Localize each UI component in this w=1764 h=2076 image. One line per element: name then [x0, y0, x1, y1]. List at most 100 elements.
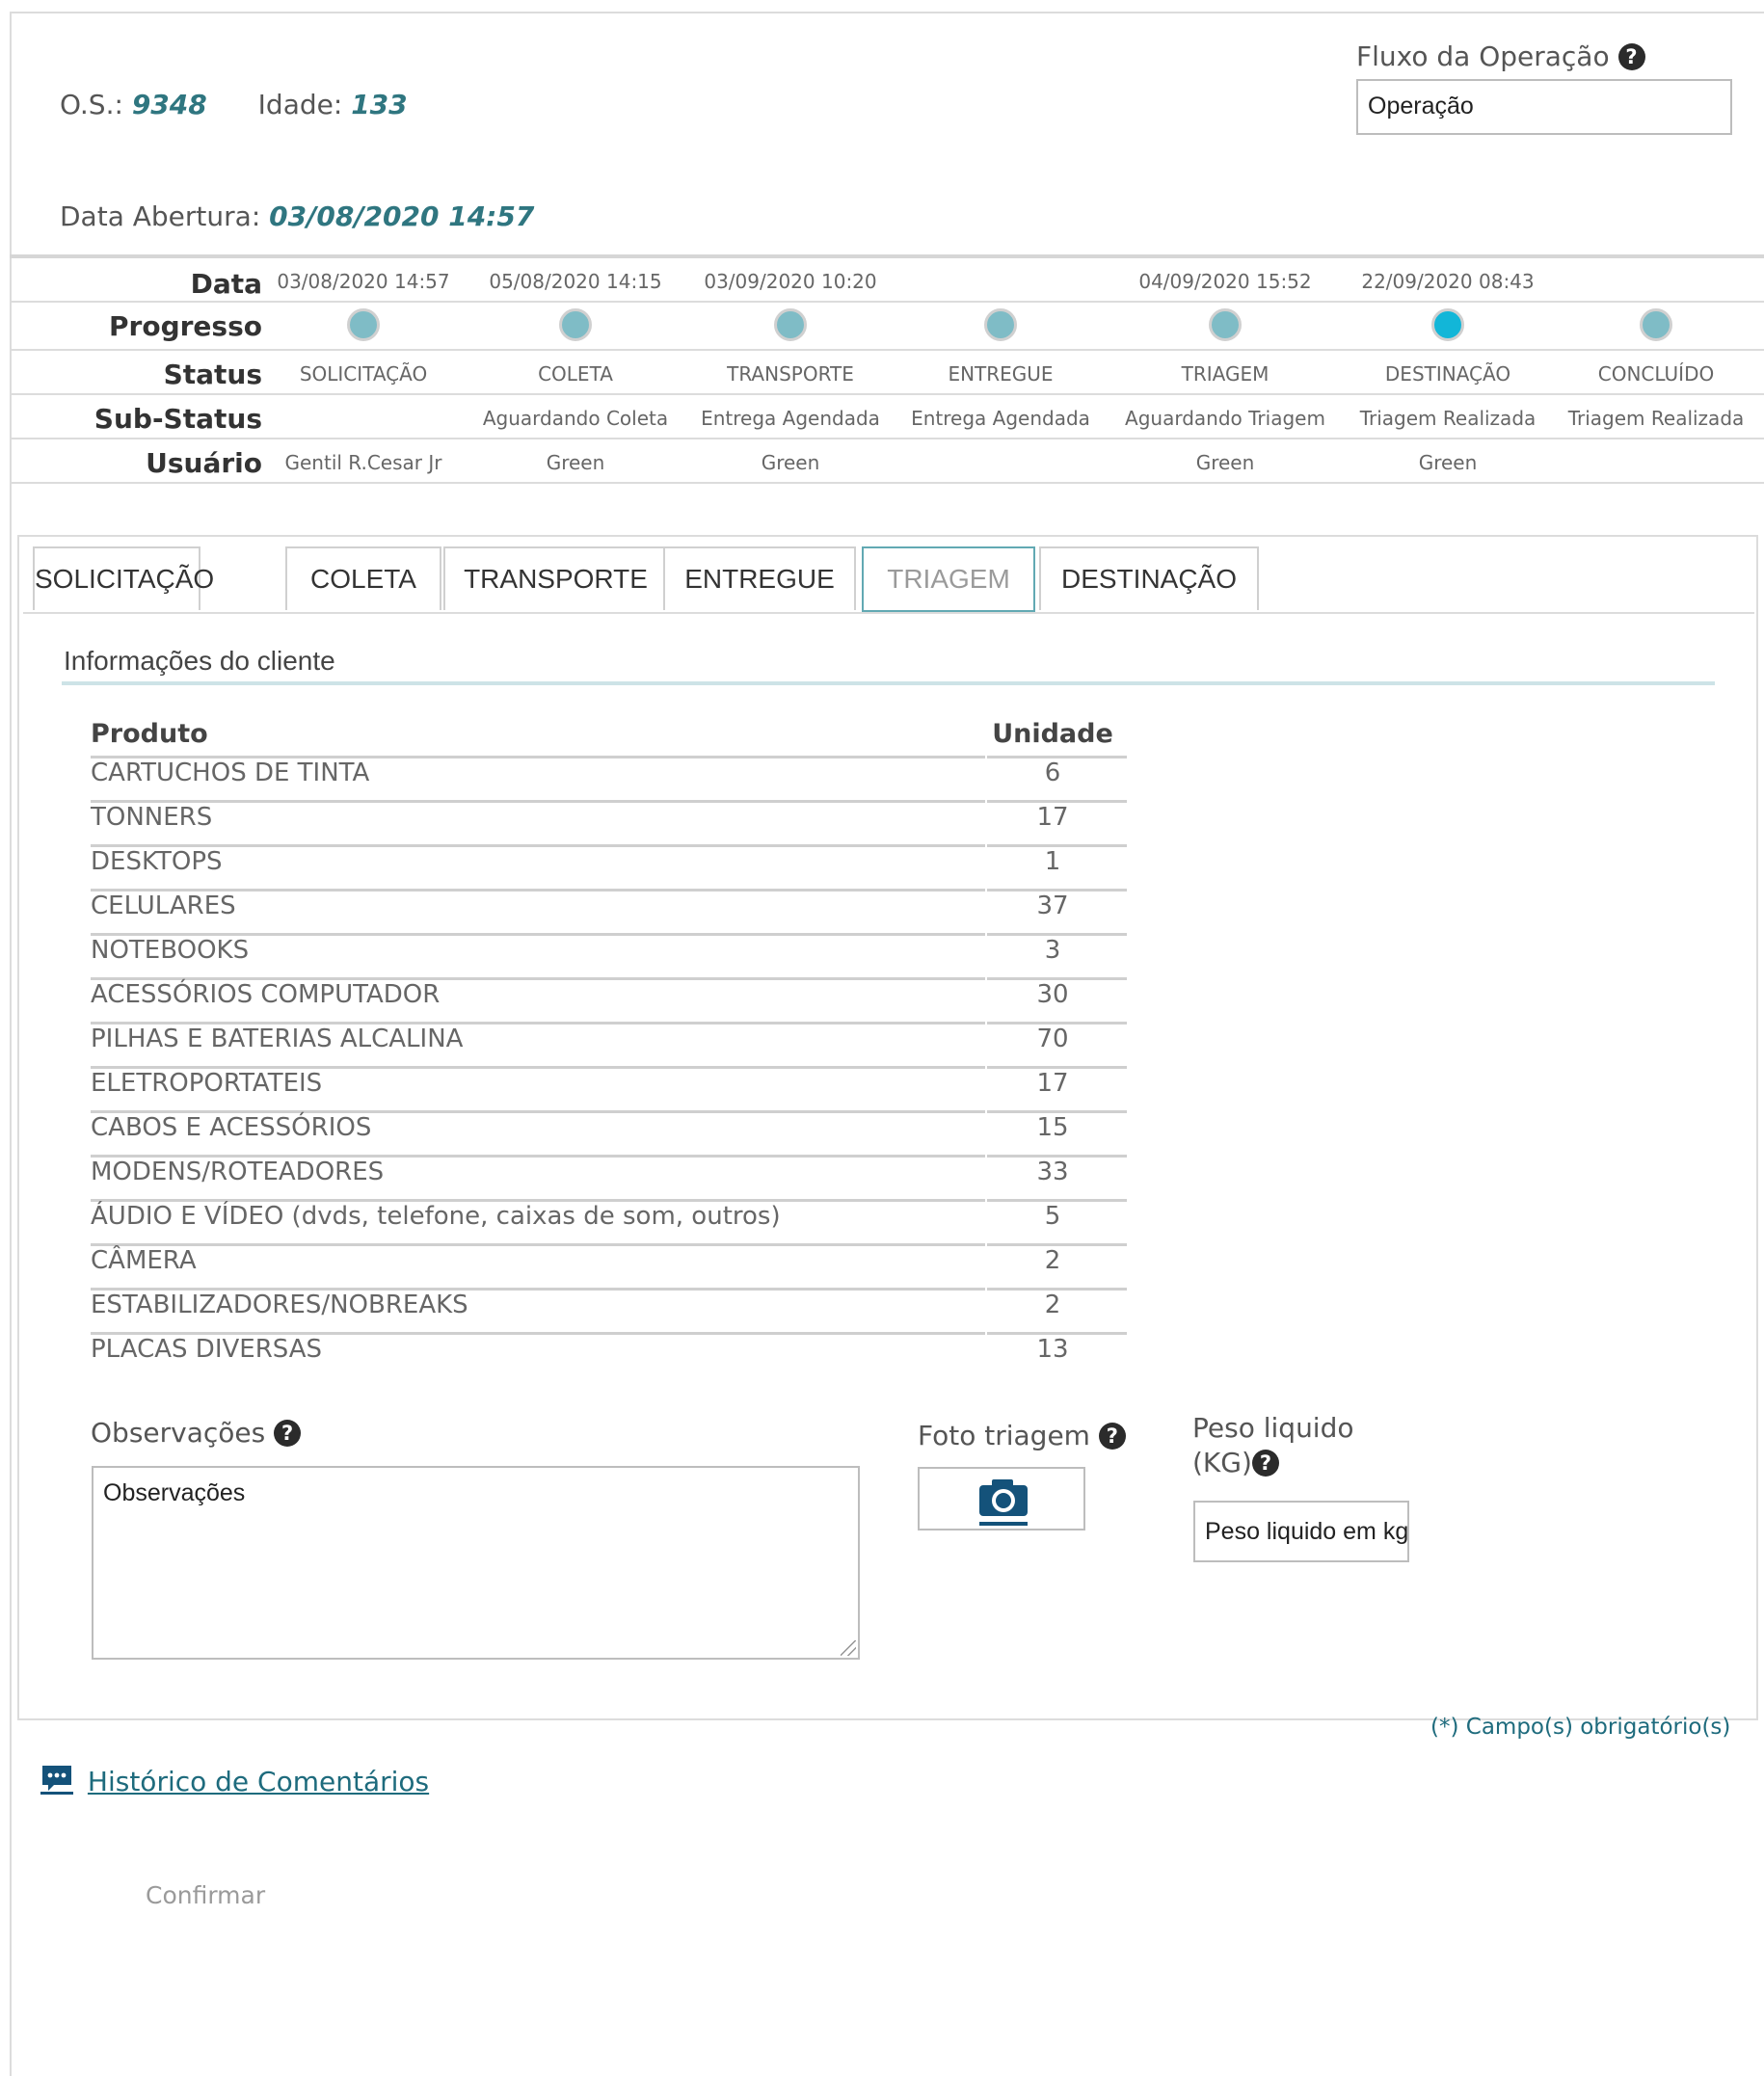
- product-name: ACESSÓRIOS COMPUTADOR: [91, 980, 441, 1009]
- step-usuario: Green: [1195, 451, 1255, 474]
- product-name: NOTEBOOKS: [91, 936, 250, 965]
- table-row: NOTEBOOKS 3: [91, 933, 1132, 980]
- product-unit: 30: [1036, 980, 1069, 1009]
- progress-dot-icon: [1431, 308, 1464, 341]
- question-circle-icon[interactable]: ?: [1617, 43, 1645, 70]
- tab-coleta[interactable]: COLETA: [285, 546, 441, 610]
- step-usuario: Green: [1418, 451, 1478, 474]
- product-unit: 6: [1044, 759, 1061, 787]
- observacoes-label: Observações ?: [91, 1417, 302, 1449]
- product-name: ELETROPORTATEIS: [91, 1069, 323, 1098]
- row-divider: [91, 844, 985, 847]
- fluxo-operacao-select[interactable]: Operação: [1356, 79, 1732, 135]
- row-label-status: Status: [163, 359, 262, 390]
- table-row: ESTABILIZADORES/NOBREAKS 2: [91, 1288, 1132, 1335]
- step-date: 03/09/2020 10:20: [704, 270, 877, 293]
- row-divider: [91, 1243, 985, 1246]
- progress-row-status: Status SOLICITAÇÃO COLETA TRANSPORTE ENTREG…: [10, 349, 1764, 393]
- step-usuario: Gentil R.Cesar Jr: [284, 451, 442, 474]
- resize-grip-icon[interactable]: [841, 1640, 856, 1656]
- product-unit: 1: [1044, 847, 1061, 876]
- peso-liquido-label: Peso liquido (KG)?: [1192, 1411, 1354, 1480]
- historico-text: Histórico de Comentários: [87, 1766, 430, 1797]
- table-row: ACESSÓRIOS COMPUTADOR 30: [91, 977, 1132, 1025]
- question-circle-icon[interactable]: ?: [1098, 1423, 1126, 1450]
- product-name: CÂMERA: [91, 1246, 197, 1275]
- table-row: DESKTOPS 1: [91, 844, 1132, 892]
- step-date: 05/08/2020 14:15: [489, 270, 662, 293]
- os-number: 9348: [131, 89, 207, 120]
- product-unit: 15: [1036, 1113, 1069, 1142]
- progress-table: Data 03/08/2020 14:57 05/08/2020 14:15 03/…: [10, 254, 1764, 484]
- table-row: PILHAS E BATERIAS ALCALINA 70: [91, 1022, 1132, 1069]
- foto-triagem-button[interactable]: [918, 1467, 1085, 1530]
- tab-strip: SOLICITAÇÃO COLETA TRANSPORTE ENTREGUE TRIAG…: [23, 537, 1754, 614]
- progress-dot-icon: [1209, 308, 1242, 341]
- product-unit: 5: [1044, 1202, 1061, 1231]
- row-label-substatus: Sub-Status: [94, 403, 262, 435]
- os-info: O.S.: 9348 Idade: 133: [60, 89, 408, 120]
- product-name: ESTABILIZADORES/NOBREAKS: [91, 1291, 468, 1319]
- peso-liquido-text: Peso liquido: [1192, 1412, 1354, 1444]
- row-label-progresso: Progresso: [109, 310, 262, 342]
- data-abertura: Data Abertura: 03/08/2020 14:57: [60, 200, 534, 232]
- product-unit: 3: [1044, 936, 1061, 965]
- product-name: ÁUDIO E VÍDEO (dvds, telefone, caixas de…: [91, 1202, 781, 1231]
- observacoes-textarea[interactable]: Observações: [92, 1466, 860, 1660]
- idade-value: 133: [351, 89, 408, 120]
- table-row: ELETROPORTATEIS 17: [91, 1066, 1132, 1113]
- section-divider: [62, 681, 1715, 685]
- tab-destinação[interactable]: DESTINAÇÃO: [1039, 546, 1259, 610]
- tab-transporte[interactable]: TRANSPORTE: [443, 546, 668, 610]
- row-label-data: Data: [190, 268, 262, 300]
- table-row: CELULARES 37: [91, 889, 1132, 936]
- step-status: COLETA: [538, 362, 613, 386]
- step-usuario: Green: [761, 451, 820, 474]
- confirm-button[interactable]: Confirmar: [146, 1881, 265, 1909]
- table-row: TONNERS 17: [91, 800, 1132, 847]
- step-status: TRIAGEM: [1181, 362, 1270, 386]
- tab-triagem[interactable]: TRIAGEM: [862, 546, 1035, 612]
- step-date: 04/09/2020 15:52: [1138, 270, 1312, 293]
- peso-liquido-input[interactable]: Peso liquido em kg: [1193, 1501, 1409, 1562]
- row-divider: [91, 800, 985, 803]
- product-name: CELULARES: [91, 892, 236, 920]
- idade-label: Idade:: [257, 89, 343, 120]
- product-name: CABOS E ACESSÓRIOS: [91, 1113, 372, 1142]
- question-circle-icon[interactable]: ?: [274, 1420, 302, 1447]
- product-unit: 70: [1036, 1025, 1069, 1053]
- foto-triagem-label: Foto triagem ?: [918, 1420, 1126, 1451]
- step-substatus: Triagem Realizada: [1359, 407, 1537, 430]
- step-substatus: Entrega Agendada: [701, 407, 880, 430]
- progress-dot-icon: [984, 308, 1017, 341]
- section-title: Informações do cliente: [64, 646, 335, 676]
- progress-row-progresso: Progresso: [10, 301, 1764, 349]
- progress-row-substatus: Sub-Status Aguardando Coleta Entrega Agen…: [10, 393, 1764, 438]
- step-date: 03/08/2020 14:57: [277, 270, 450, 293]
- progress-dot-icon: [559, 308, 592, 341]
- progress-row-usuario: Usuário Gentil R.Cesar Jr Green Green Green…: [10, 438, 1764, 484]
- column-header-produto: Produto: [91, 719, 208, 749]
- fluxo-operacao-label: Fluxo da Operação ?: [1356, 40, 1645, 72]
- product-unit: 2: [1044, 1246, 1061, 1275]
- historico-comentarios-link[interactable]: Histórico de Comentários: [40, 1764, 429, 1797]
- table-row: MODENS/ROTEADORES 33: [91, 1155, 1132, 1202]
- product-unit: 17: [1036, 1069, 1069, 1098]
- comment-icon: [40, 1766, 73, 1795]
- table-row: CÂMERA 2: [91, 1243, 1132, 1291]
- table-row: CABOS E ACESSÓRIOS 15: [91, 1110, 1132, 1158]
- product-name: MODENS/ROTEADORES: [91, 1158, 385, 1186]
- table-row: CARTUCHOS DE TINTA 6: [91, 756, 1132, 803]
- tab-solicitação[interactable]: SOLICITAÇÃO: [33, 546, 214, 610]
- product-name: DESKTOPS: [91, 847, 223, 876]
- product-unit: 2: [1044, 1291, 1061, 1319]
- step-substatus: Entrega Agendada: [911, 407, 1090, 430]
- progress-dot-icon: [1640, 308, 1672, 341]
- foto-triagem-text: Foto triagem: [918, 1420, 1090, 1451]
- product-unit: 37: [1036, 892, 1069, 920]
- os-label: O.S.:: [60, 89, 123, 120]
- product-name: PILHAS E BATERIAS ALCALINA: [91, 1025, 464, 1053]
- progress-row-data: Data 03/08/2020 14:57 05/08/2020 14:15 03/…: [10, 254, 1764, 301]
- tab-entregue[interactable]: ENTREGUE: [663, 546, 856, 610]
- question-circle-icon[interactable]: ?: [1251, 1450, 1279, 1477]
